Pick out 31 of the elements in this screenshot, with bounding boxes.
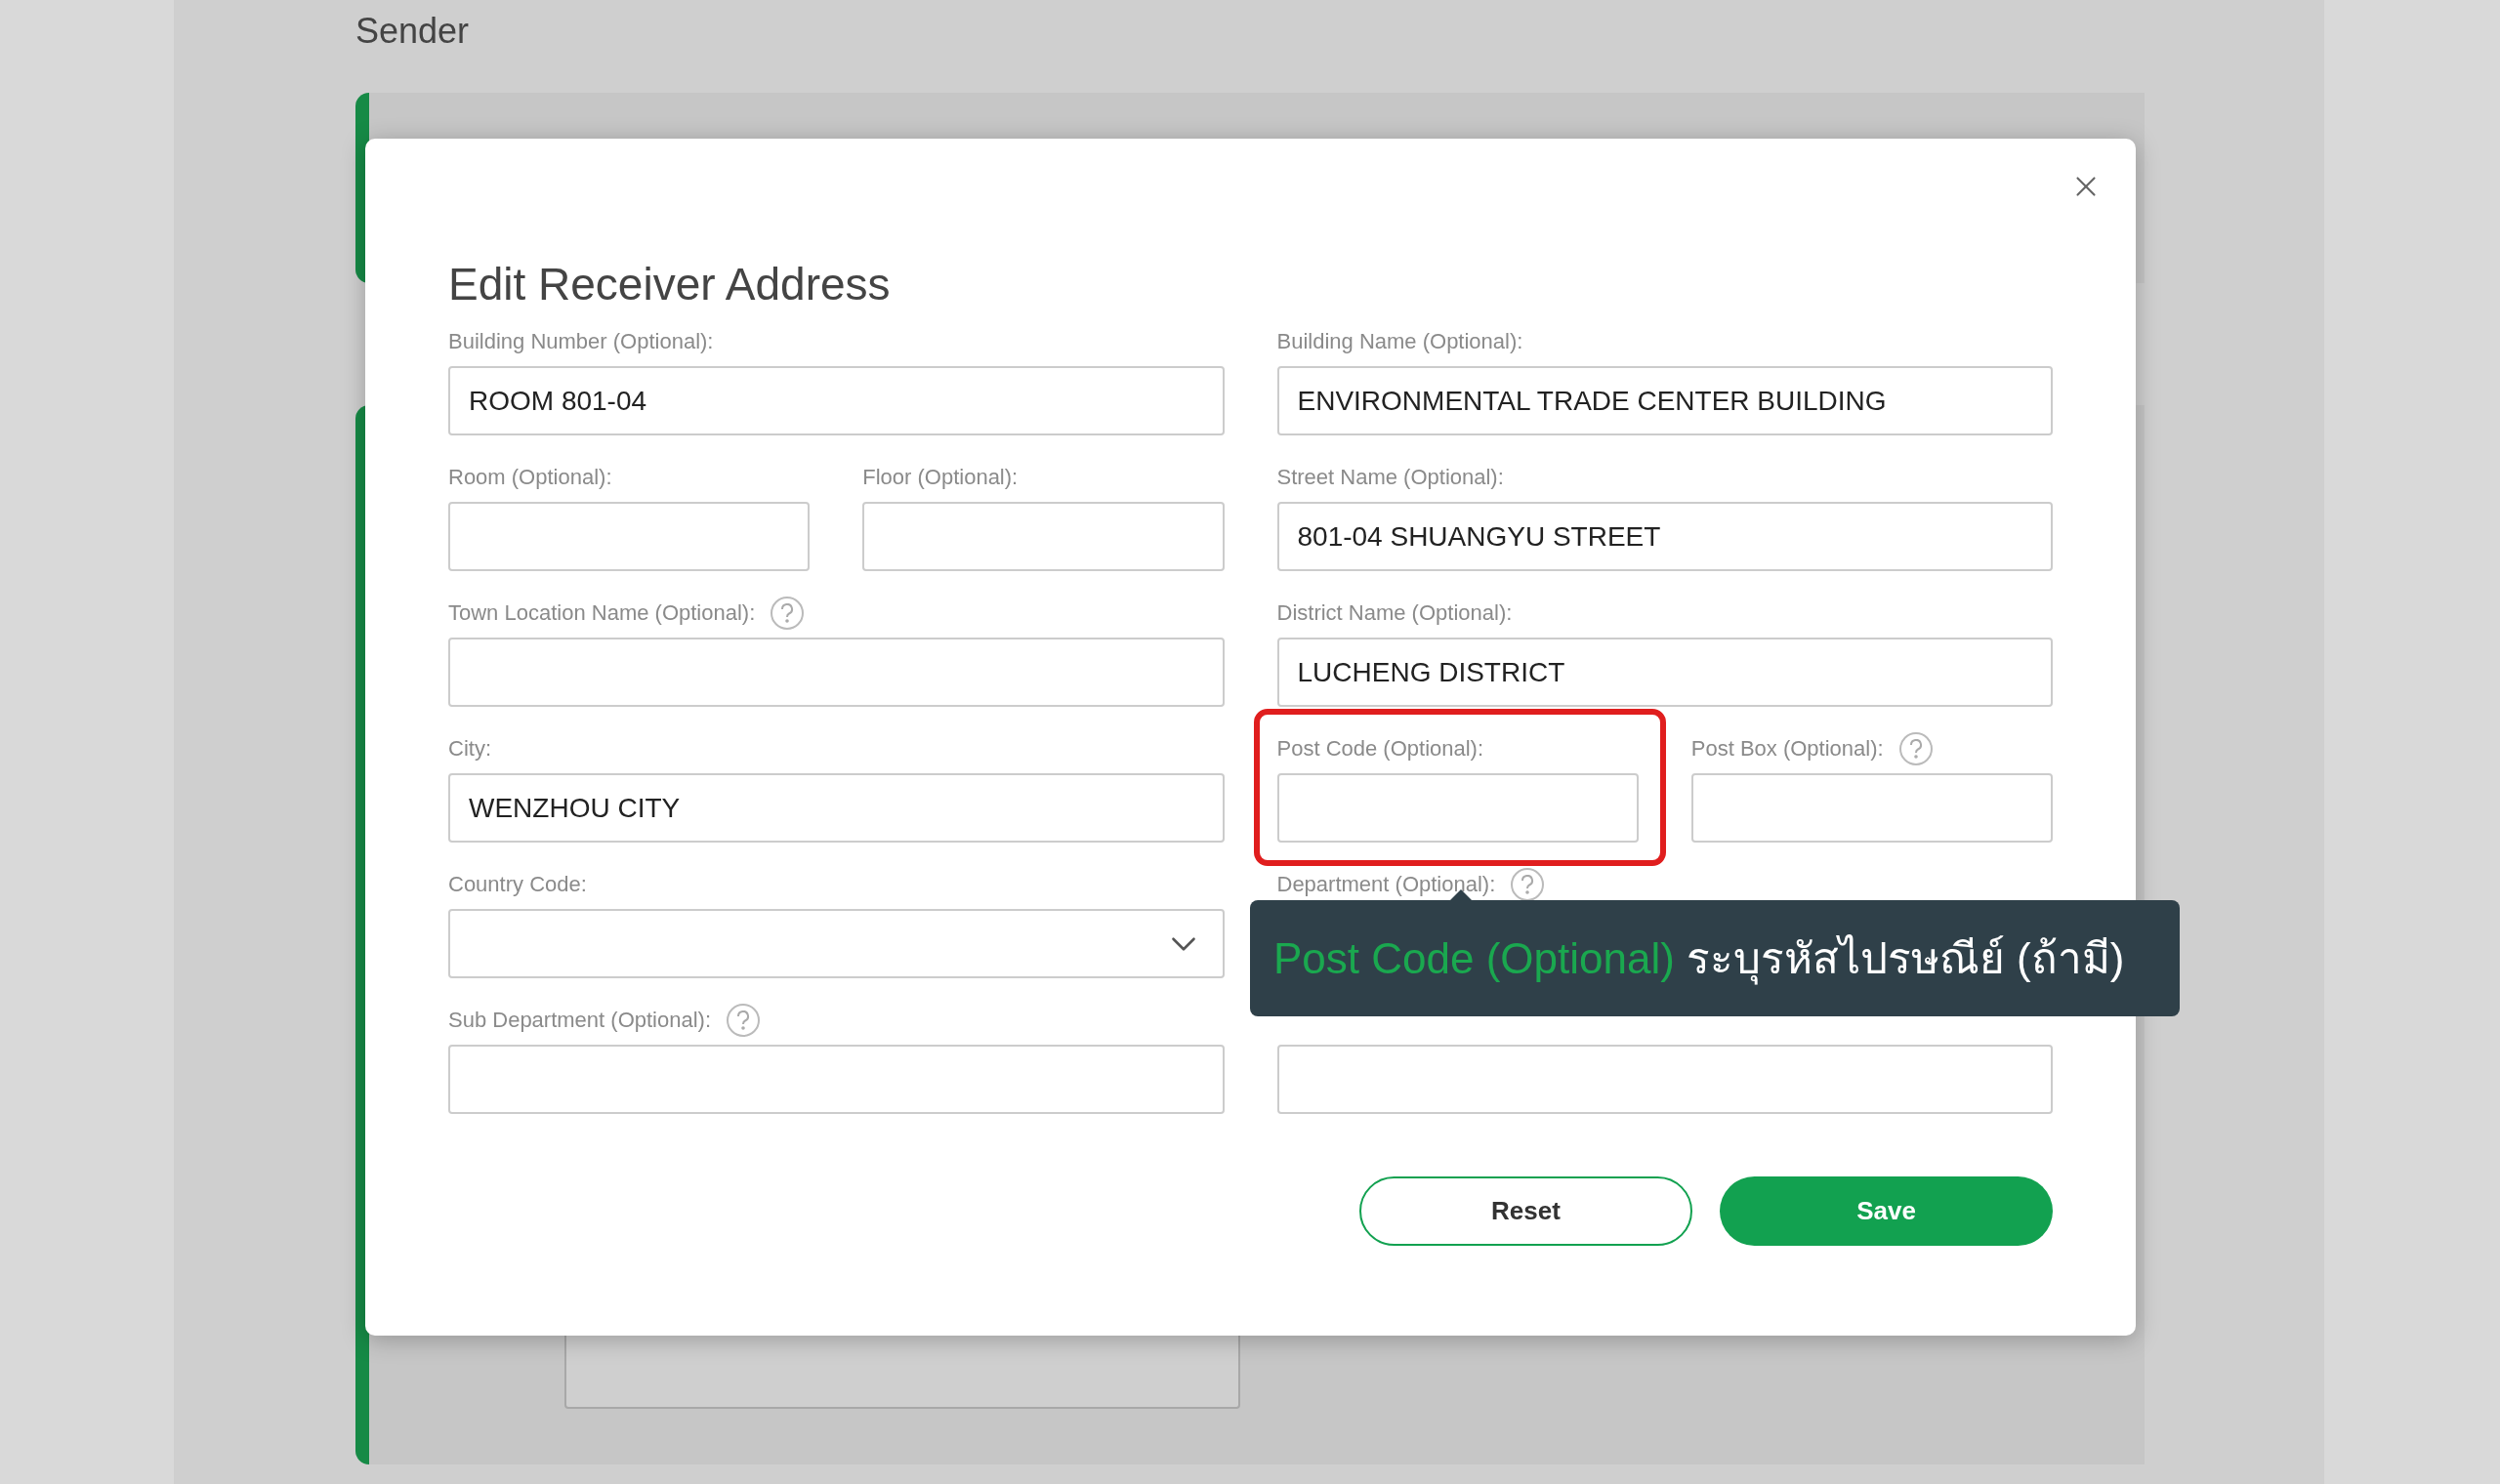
input-field[interactable] <box>1276 773 1639 843</box>
input-field[interactable]: WENZHOU CITY <box>448 773 1225 843</box>
field-label: Floor (Optional): <box>862 467 1019 488</box>
input-field[interactable] <box>862 502 1225 571</box>
input-field[interactable] <box>448 1045 1225 1114</box>
field-label: Room (Optional): <box>448 467 612 488</box>
section-heading: Sender <box>355 10 471 53</box>
field-label: Post Box (Optional): <box>1690 738 1884 760</box>
select-field[interactable] <box>448 909 1225 978</box>
tooltip-text: ระบุรหัสไปรษณีย์ (ถ้ามี) <box>1686 926 2125 991</box>
input-field[interactable]: ENVIRONMENTAL TRADE CENTER BUILDING <box>1276 366 2053 435</box>
reset-button[interactable]: Reset <box>1359 1176 1692 1246</box>
input-field[interactable]: 801-04 SHUANGYU STREET <box>1276 502 2053 571</box>
field-label: Building Number (Optional): <box>448 331 714 352</box>
dialog-title: Edit Receiver Address <box>448 258 892 311</box>
field-label: Sub Department (Optional): <box>448 1010 712 1031</box>
field-label: Post Code (Optional): <box>1276 738 1484 760</box>
field-label: City: <box>448 738 491 760</box>
field-label: Building Name (Optional): <box>1276 331 1523 352</box>
tooltip-title: Post Code (Optional) <box>1273 932 1675 984</box>
field-label: Country Code: <box>448 874 587 895</box>
input-field[interactable] <box>1690 773 2053 843</box>
input-field[interactable] <box>1276 1045 2053 1114</box>
input-field[interactable]: LUCHENG DISTRICT <box>1276 638 2053 707</box>
input-field[interactable] <box>448 502 811 571</box>
field-label: Department (Optional): <box>1276 874 1496 895</box>
field-label: District Name (Optional): <box>1276 602 1513 624</box>
field-label: Street Name (Optional): <box>1276 467 1504 488</box>
input-field[interactable] <box>448 638 1225 707</box>
input-field[interactable]: ROOM 801-04 <box>448 366 1225 435</box>
field-label: Town Location Name (Optional): <box>448 602 756 624</box>
